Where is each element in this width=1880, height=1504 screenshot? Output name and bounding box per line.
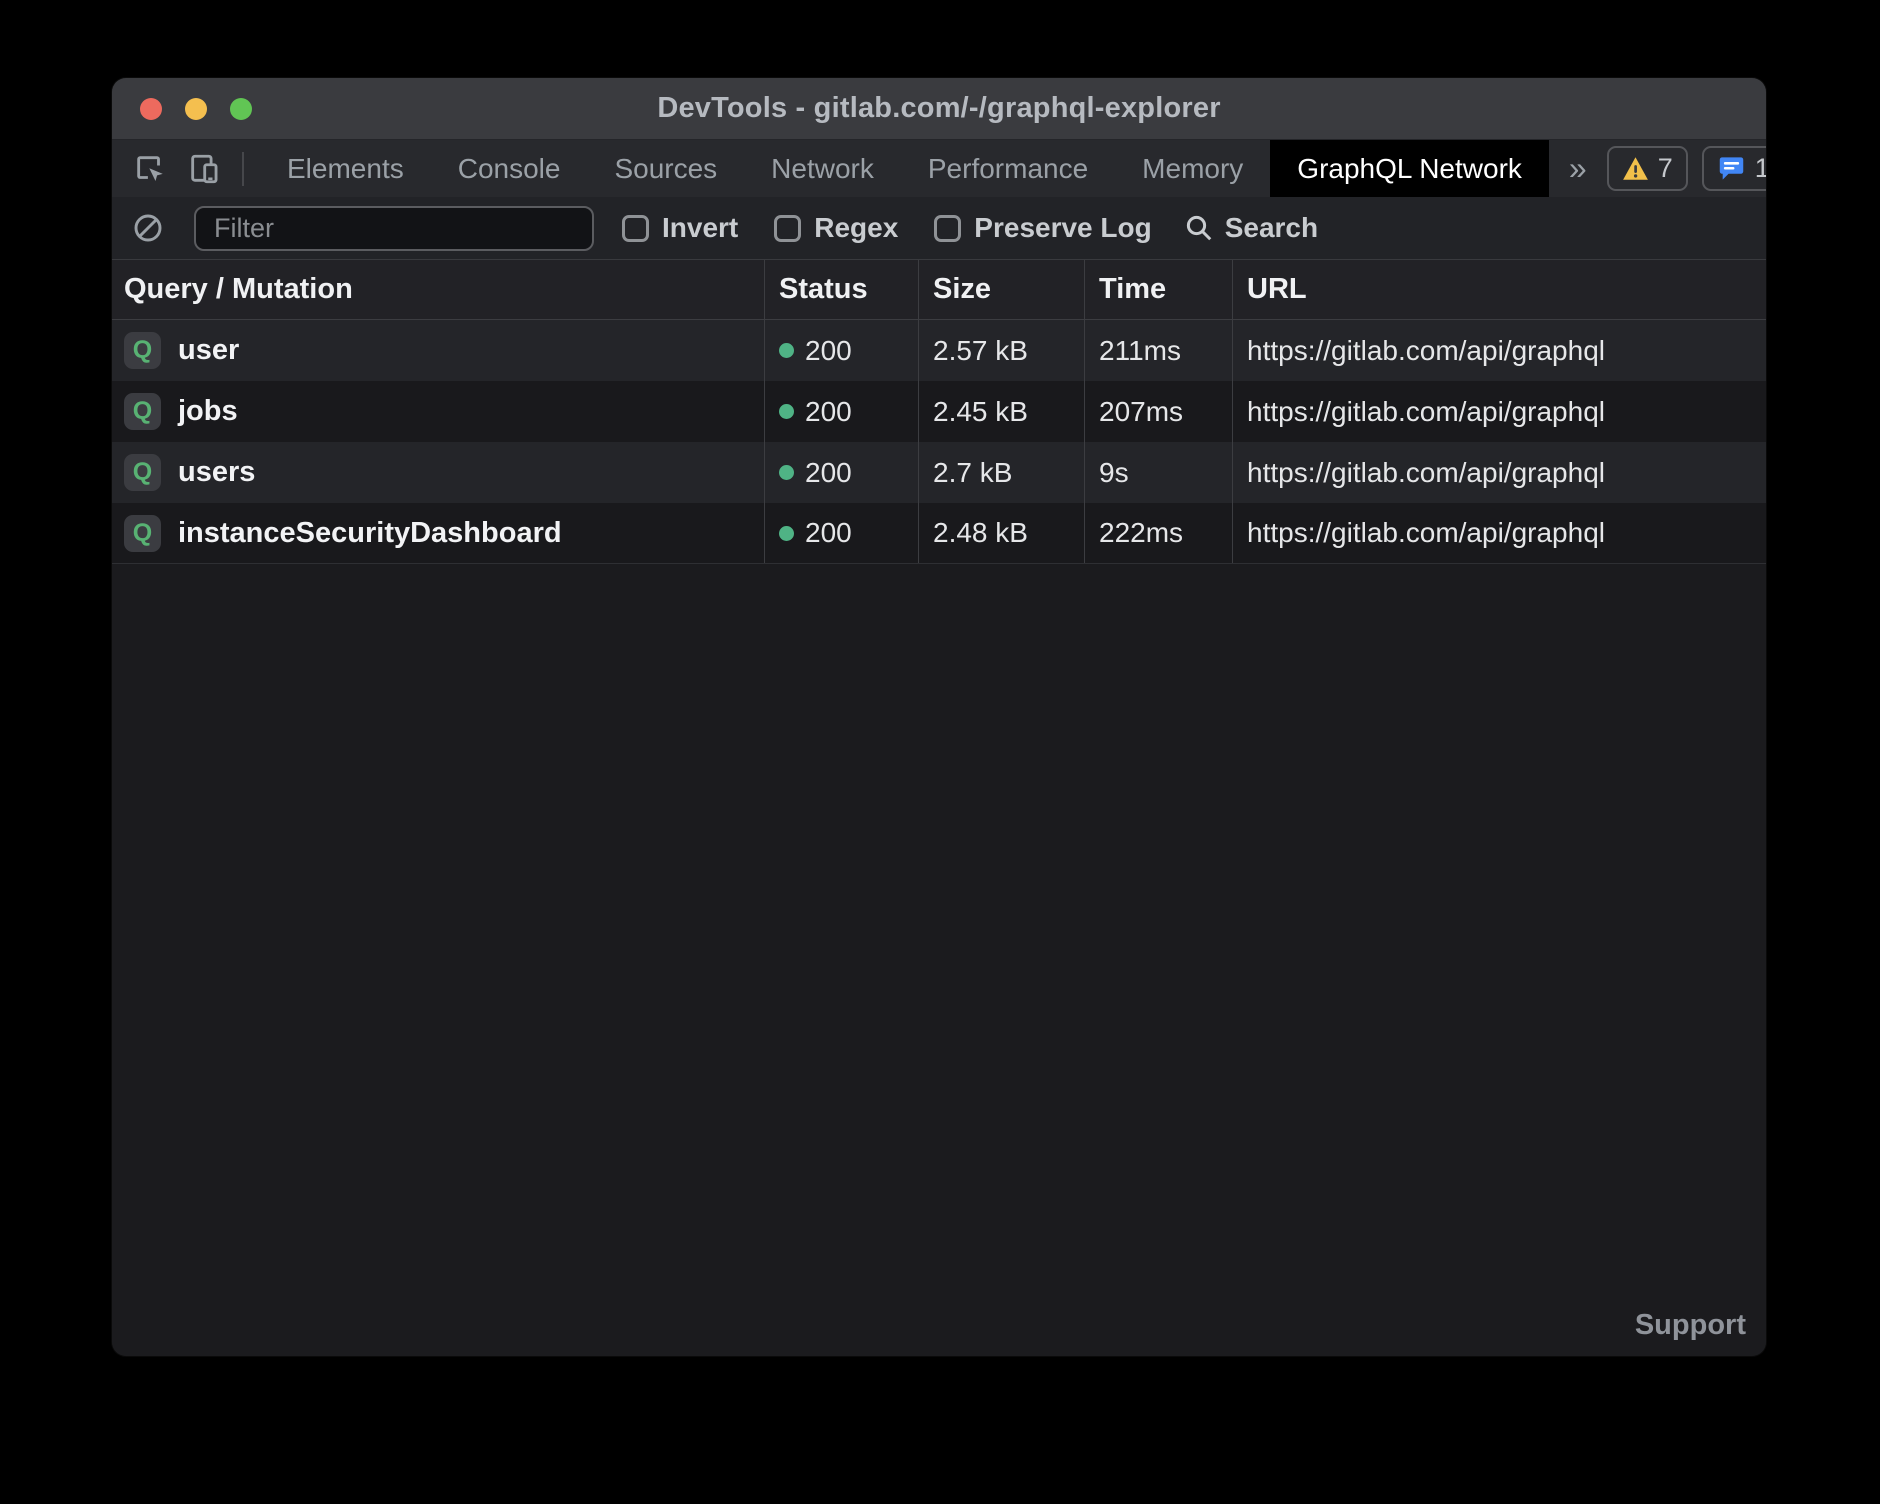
warning-triangle-icon [1622,156,1649,181]
tab-memory[interactable]: Memory [1115,140,1270,197]
checkbox-regex[interactable]: Regex [774,212,898,244]
query-name: user [178,334,239,367]
status-dot [779,465,794,480]
checkbox-box[interactable] [622,215,649,242]
status-cell: 200 [764,320,918,381]
status-code: 200 [805,335,852,367]
status-cell: 200 [764,503,918,563]
close-button[interactable] [140,98,162,120]
status-code: 200 [805,396,852,428]
table-row-users[interactable]: Qusers 200 2.7 kB9shttps://gitlab.com/api/… [112,442,1766,503]
status-dot [779,526,794,541]
table-row-instanceSecurityDashboard[interactable]: QinstanceSecurityDashboard 200 2.48 kB222m… [112,503,1766,564]
title-bar: DevTools - gitlab.com/-/graphql-explorer [112,78,1766,140]
column-header-time[interactable]: Time [1084,260,1232,319]
url-cell: https://gitlab.com/api/graphql [1232,381,1766,442]
query-name: instanceSecurityDashboard [178,517,562,550]
size-cell: 2.48 kB [918,503,1084,563]
device-toolbar-icon [187,152,221,186]
status-code: 200 [805,457,852,489]
devtools-tab-bar: ElementsConsoleSourcesNetworkPerformance… [112,140,1766,197]
size-cell: 2.7 kB [918,442,1084,503]
query-cell: Qjobs [112,381,764,442]
chat-bubble-icon [1717,155,1746,182]
tab-elements[interactable]: Elements [260,140,431,197]
device-toolbar-button[interactable] [182,147,226,191]
query-cell: Qusers [112,442,764,503]
tab-network[interactable]: Network [744,140,901,197]
checkbox-label: Invert [662,212,738,244]
filter-input[interactable] [194,206,594,251]
panel-tabs: ElementsConsoleSourcesNetworkPerformance… [260,140,1549,197]
checkbox-box[interactable] [774,215,801,242]
more-tabs-button[interactable]: » [1549,140,1607,197]
tab-performance[interactable]: Performance [901,140,1115,197]
query-name: jobs [178,395,238,428]
search-icon [1184,213,1214,243]
empty-content-area [112,564,1766,1356]
filter-checkboxes: Invert Regex Preserve Log [622,212,1152,244]
query-name: users [178,456,255,489]
inspect-cursor-icon [133,152,167,186]
inspect-element-button[interactable] [128,147,172,191]
toolbar-right: 7 1 [1607,140,1766,197]
status-dot [779,404,794,419]
tab-console[interactable]: Console [431,140,588,197]
search-label: Search [1225,212,1318,244]
status-dot [779,343,794,358]
status-cell: 200 [764,381,918,442]
messages-badge[interactable]: 1 [1702,146,1766,191]
checkbox-box[interactable] [934,215,961,242]
clear-block-button[interactable] [130,210,166,246]
column-header-url[interactable]: URL [1232,260,1766,319]
query-type-badge: Q [124,332,161,369]
filter-bar: Invert Regex Preserve Log Search [112,197,1766,260]
size-cell: 2.45 kB [918,381,1084,442]
zoom-button[interactable] [230,98,252,120]
support-link[interactable]: Support [1635,1309,1746,1342]
issues-warning-badge[interactable]: 7 [1607,146,1688,191]
query-type-badge: Q [124,454,161,491]
tab-graphql-network[interactable]: GraphQL Network [1270,140,1549,197]
checkbox-label: Preserve Log [974,212,1151,244]
url-cell: https://gitlab.com/api/graphql [1232,503,1766,563]
query-type-badge: Q [124,515,161,552]
query-cell: QinstanceSecurityDashboard [112,503,764,563]
size-cell: 2.57 kB [918,320,1084,381]
status-cell: 200 [764,442,918,503]
column-header-status[interactable]: Status [764,260,918,319]
time-cell: 9s [1084,442,1232,503]
time-cell: 222ms [1084,503,1232,563]
table-body: Quser2002.57 kB211mshttps://gitlab.com/a… [112,320,1766,564]
checkbox-preserve-log[interactable]: Preserve Log [934,212,1151,244]
table-row-jobs[interactable]: Qjobs 200 2.45 kB207mshttps://gitlab.com/a… [112,381,1766,442]
status-code: 200 [805,517,852,549]
block-icon [132,212,164,244]
toolbar-left-icons [112,140,260,197]
time-cell: 207ms [1084,381,1232,442]
toolbar-divider [242,152,244,186]
minimize-button[interactable] [185,98,207,120]
column-header-size[interactable]: Size [918,260,1084,319]
message-count: 1 [1755,153,1766,184]
table-row-user[interactable]: Quser 200 2.57 kB211mshttps://gitlab.com/a… [112,320,1766,381]
url-cell: https://gitlab.com/api/graphql [1232,442,1766,503]
devtools-window: DevTools - gitlab.com/-/graphql-explorer… [112,78,1766,1356]
checkbox-label: Regex [814,212,898,244]
window-title: DevTools - gitlab.com/-/graphql-explorer [657,92,1220,125]
column-header-query[interactable]: Query / Mutation [112,260,764,319]
warning-count: 7 [1658,153,1673,184]
tab-sources[interactable]: Sources [587,140,744,197]
traffic-lights [140,78,252,139]
time-cell: 211ms [1084,320,1232,381]
query-cell: Quser [112,320,764,381]
url-cell: https://gitlab.com/api/graphql [1232,320,1766,381]
query-type-badge: Q [124,393,161,430]
search-control[interactable]: Search [1184,212,1318,244]
checkbox-invert[interactable]: Invert [622,212,738,244]
table-header: Query / Mutation Status Size Time URL [112,260,1766,320]
